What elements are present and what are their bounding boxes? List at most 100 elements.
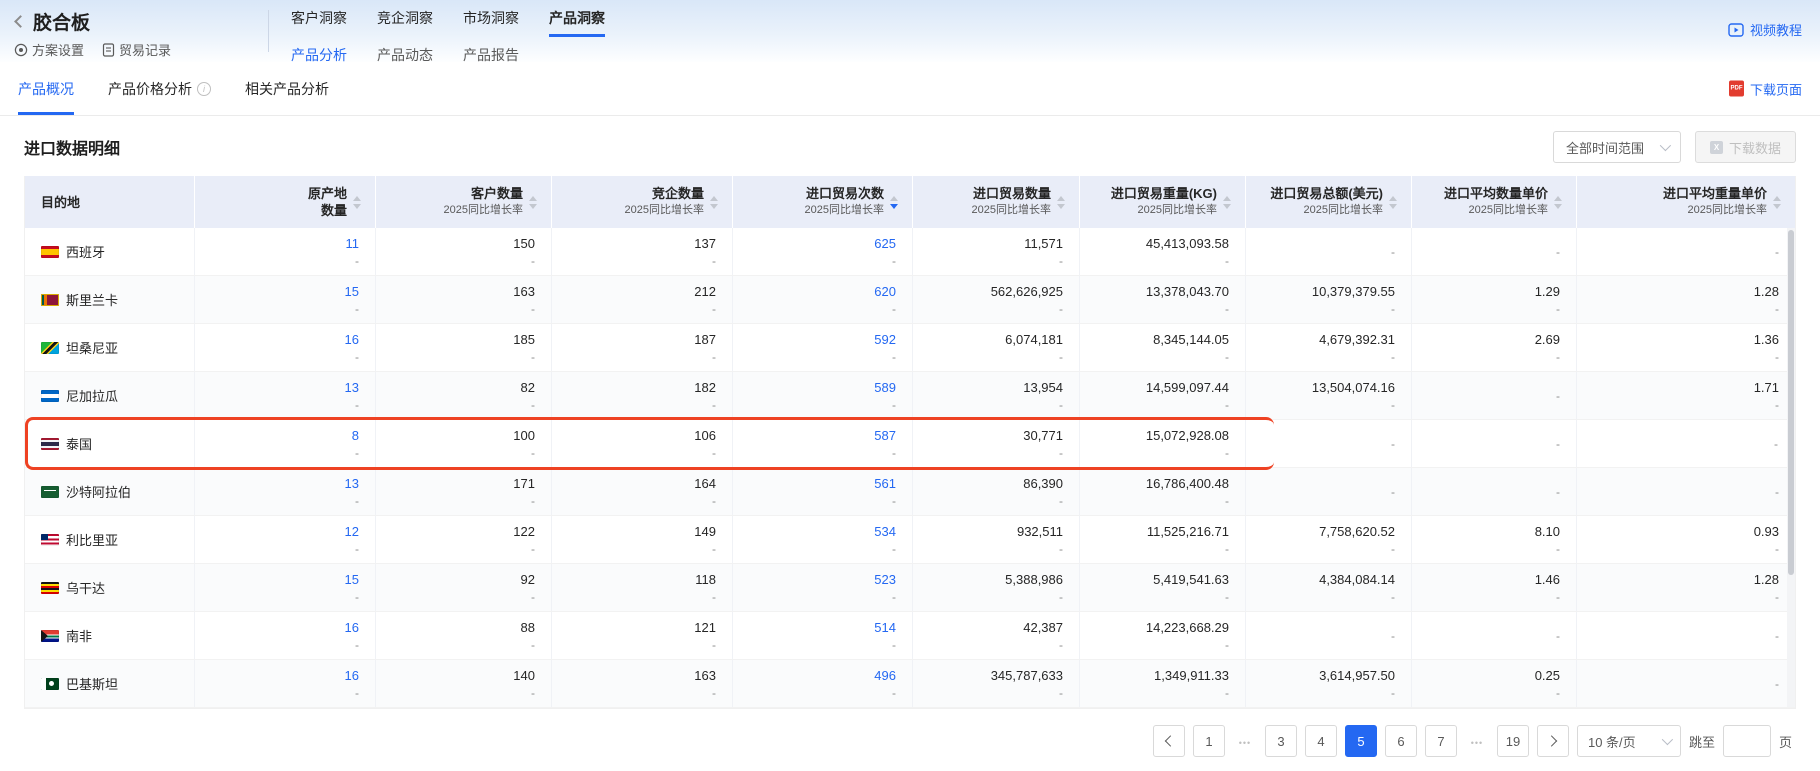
- sort-control[interactable]: [890, 196, 898, 209]
- tab-product-price-label: 产品价格分析: [108, 79, 192, 99]
- tab-product-overview[interactable]: 产品概况: [18, 62, 74, 115]
- page-button-4[interactable]: 4: [1305, 725, 1337, 757]
- cell-value: 42,387: [1023, 619, 1063, 637]
- pagination: 1•••34567•••19 10 条/页 跳至 页: [0, 725, 1792, 757]
- cell-import-trade-count: 592-: [733, 324, 913, 371]
- origin-count-link[interactable]: 16: [345, 331, 359, 349]
- import-trade-count-link[interactable]: 534: [874, 523, 896, 541]
- page-ellipsis[interactable]: •••: [1233, 725, 1257, 757]
- sort-desc-icon: [710, 204, 718, 209]
- page-button-19[interactable]: 19: [1497, 725, 1529, 757]
- import-trade-count-link[interactable]: 625: [874, 235, 896, 253]
- scheme-settings-link[interactable]: 方案设置: [14, 40, 84, 59]
- import-trade-count-link[interactable]: 587: [874, 427, 896, 445]
- origin-count-link[interactable]: 15: [345, 571, 359, 589]
- column-header-import-trade-qty[interactable]: 进口贸易数量2025同比增长率: [913, 176, 1080, 228]
- cell-value: 4,384,084.14: [1319, 571, 1395, 589]
- origin-count-link[interactable]: 12: [345, 523, 359, 541]
- import-trade-count-link[interactable]: 592: [874, 331, 896, 349]
- cell-competitor-count: 149-: [552, 516, 733, 563]
- page-size-select[interactable]: 10 条/页: [1577, 725, 1681, 757]
- growth-rate-value: -: [1775, 541, 1779, 557]
- info-icon[interactable]: i: [197, 82, 211, 96]
- time-range-dropdown[interactable]: 全部时间范围: [1553, 131, 1681, 163]
- cell-value: 187: [694, 331, 716, 349]
- import-trade-count-link[interactable]: 514: [874, 619, 896, 637]
- growth-rate-value: -: [531, 637, 535, 653]
- page-button-5[interactable]: 5: [1345, 725, 1377, 757]
- page-button-6[interactable]: 6: [1385, 725, 1417, 757]
- growth-rate-value: -: [1775, 589, 1779, 605]
- sort-control[interactable]: [1057, 196, 1065, 209]
- origin-count-link[interactable]: 16: [345, 667, 359, 685]
- growth-rate-value: -: [1556, 685, 1560, 701]
- cell-value: 1.28: [1754, 283, 1779, 301]
- page-button-1[interactable]: 1: [1193, 725, 1225, 757]
- tab-customer-insight[interactable]: 客户洞察: [291, 8, 347, 37]
- sort-control[interactable]: [1554, 196, 1562, 209]
- sort-control[interactable]: [1389, 196, 1397, 209]
- origin-count-link[interactable]: 16: [345, 619, 359, 637]
- origin-count-link[interactable]: 13: [345, 379, 359, 397]
- growth-rate-value: -: [1225, 541, 1229, 557]
- column-header-avg-weight-price[interactable]: 进口平均重量单价2025同比增长率: [1577, 176, 1795, 228]
- origin-count-link[interactable]: 15: [345, 283, 359, 301]
- ug-flag-icon: [41, 582, 59, 594]
- page-ellipsis[interactable]: •••: [1465, 725, 1489, 757]
- import-trade-count-link[interactable]: 496: [874, 667, 896, 685]
- import-trade-count-link[interactable]: 620: [874, 283, 896, 301]
- cell-customer-count: 88-: [376, 612, 552, 659]
- column-header-avg-qty-price[interactable]: 进口平均数量单价2025同比增长率: [1412, 176, 1577, 228]
- tab-product-price-analysis[interactable]: 产品价格分析 i: [108, 62, 211, 115]
- download-data-button[interactable]: X 下载数据: [1695, 131, 1796, 163]
- origin-count-link[interactable]: 11: [346, 235, 360, 253]
- sort-control[interactable]: [1773, 196, 1781, 209]
- scrollbar-thumb[interactable]: [1788, 230, 1794, 575]
- next-page-button[interactable]: [1537, 725, 1569, 757]
- cell-import-trade-weight: 14,223,668.29-: [1080, 612, 1246, 659]
- tab-market-insight[interactable]: 市场洞察: [463, 8, 519, 37]
- column-header-import-trade-count[interactable]: 进口贸易次数2025同比增长率: [733, 176, 913, 228]
- page-button-3[interactable]: 3: [1265, 725, 1297, 757]
- page-button-7[interactable]: 7: [1425, 725, 1457, 757]
- destination-label: 西班牙: [66, 242, 105, 261]
- sort-desc-icon: [353, 204, 361, 209]
- tab-competitor-insight[interactable]: 竞企洞察: [377, 8, 433, 37]
- import-trade-count-link[interactable]: 561: [874, 475, 896, 493]
- download-page-link[interactable]: PDF 下载页面: [1729, 79, 1802, 98]
- column-header-origin-count[interactable]: 原产地数量: [195, 176, 376, 228]
- growth-rate-value: -: [892, 493, 896, 509]
- destination-cell: 西班牙: [25, 228, 195, 275]
- cell-competitor-count: 212-: [552, 276, 733, 323]
- growth-rate-value: -: [1391, 397, 1395, 413]
- sort-control[interactable]: [353, 196, 361, 209]
- video-tutorial-link[interactable]: 视频教程: [1728, 20, 1802, 39]
- sort-control[interactable]: [529, 196, 537, 209]
- cell-value: 1.46: [1535, 571, 1560, 589]
- table-scrollbar[interactable]: [1787, 228, 1795, 707]
- back-button[interactable]: 胶合板: [14, 8, 258, 34]
- column-header-customer-count[interactable]: 客户数量2025同比增长率: [376, 176, 552, 228]
- column-header-import-trade-weight[interactable]: 进口贸易重量(KG)2025同比增长率: [1080, 176, 1246, 228]
- trade-records-link[interactable]: 贸易记录: [102, 40, 171, 59]
- growth-rate-value: -: [531, 589, 535, 605]
- cell-value: 100: [513, 427, 535, 445]
- cell-competitor-count: 137-: [552, 228, 733, 275]
- import-trade-count-link[interactable]: 589: [874, 379, 896, 397]
- growth-rate-value: -: [1775, 676, 1779, 692]
- jump-page-input[interactable]: [1723, 725, 1771, 757]
- sort-control[interactable]: [1223, 196, 1231, 209]
- cell-origin-count: 15-: [195, 276, 376, 323]
- column-header-import-trade-amount[interactable]: 进口贸易总额(美元)2025同比增长率: [1246, 176, 1412, 228]
- origin-count-link[interactable]: 8: [352, 427, 359, 445]
- cell-import-trade-weight: 15,072,928.08-: [1080, 420, 1246, 467]
- origin-count-link[interactable]: 13: [345, 475, 359, 493]
- tab-related-product-analysis[interactable]: 相关产品分析: [245, 62, 329, 115]
- tab-product-insight[interactable]: 产品洞察: [549, 8, 605, 37]
- prev-page-button[interactable]: [1153, 725, 1185, 757]
- sort-control[interactable]: [710, 196, 718, 209]
- import-trade-count-link[interactable]: 523: [874, 571, 896, 589]
- destination-cell: 巴基斯坦: [25, 660, 195, 707]
- column-header-competitor-count[interactable]: 竞企数量2025同比增长率: [552, 176, 733, 228]
- lk-flag-icon: [41, 294, 59, 306]
